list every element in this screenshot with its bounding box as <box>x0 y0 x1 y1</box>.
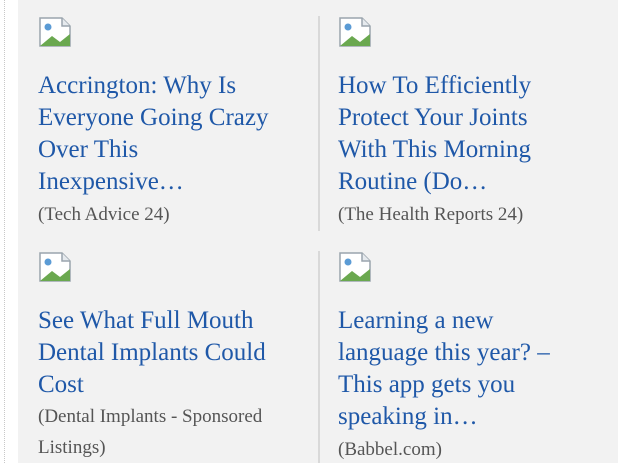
sponsored-card[interactable]: How To Efficiently Protect Your Joints W… <box>318 16 598 231</box>
sponsored-card[interactable]: Accrington: Why Is Everyone Going Crazy … <box>38 16 298 231</box>
broken-image-icon[interactable] <box>38 16 72 48</box>
sponsored-content-panel: Accrington: Why Is Everyone Going Crazy … <box>18 0 618 463</box>
title-line: Routine (Do… <box>338 168 488 195</box>
card-title-link[interactable]: Accrington: Why Is Everyone Going Crazy … <box>38 70 300 198</box>
source-line: (Tech Advice 24) <box>38 204 170 225</box>
title-line: speaking in… <box>338 403 478 430</box>
broken-image-icon[interactable] <box>38 251 72 283</box>
dotted-left-border <box>4 0 5 463</box>
title-line: See What Full Mouth <box>38 307 254 334</box>
sponsored-card[interactable]: See What Full Mouth Dental Implants Coul… <box>38 251 298 463</box>
sponsored-card[interactable]: Learning a new language this year? – Thi… <box>318 251 598 463</box>
card-source: (The Health Reports 24) <box>338 199 608 230</box>
widget-frame: Accrington: Why Is Everyone Going Crazy … <box>0 0 627 463</box>
title-line: Dental Implants Could <box>38 339 266 366</box>
title-line: Over This <box>38 136 139 163</box>
source-line: (The Health Reports 24) <box>338 204 524 225</box>
card-title-link[interactable]: How To Efficiently Protect Your Joints W… <box>338 70 600 198</box>
title-line: How To Efficiently <box>338 72 532 99</box>
title-line: Inexpensive… <box>38 168 184 195</box>
title-line: Everyone Going Crazy <box>38 104 269 131</box>
title-line: Protect Your Joints <box>338 104 528 131</box>
card-source: (Tech Advice 24) <box>38 199 308 230</box>
source-line: (Babbel.com) <box>338 439 442 460</box>
card-title-link[interactable]: Learning a new language this year? – Thi… <box>338 305 600 433</box>
title-line: Learning a new <box>338 307 494 334</box>
title-line: Accrington: Why Is <box>38 72 237 99</box>
card-source: (Dental Implants - Sponsored Listings) <box>38 401 308 463</box>
source-line: (Dental Implants - Sponsored <box>38 406 263 427</box>
source-line: Listings) <box>38 437 106 458</box>
card-source: (Babbel.com) <box>338 434 608 463</box>
broken-image-icon[interactable] <box>338 16 372 48</box>
title-line: Cost <box>38 371 84 398</box>
broken-image-icon[interactable] <box>338 251 372 283</box>
title-line: With This Morning <box>338 136 531 163</box>
title-line: This app gets you <box>338 371 516 398</box>
title-line: language this year? – <box>338 339 550 366</box>
card-title-link[interactable]: See What Full Mouth Dental Implants Coul… <box>38 305 300 401</box>
